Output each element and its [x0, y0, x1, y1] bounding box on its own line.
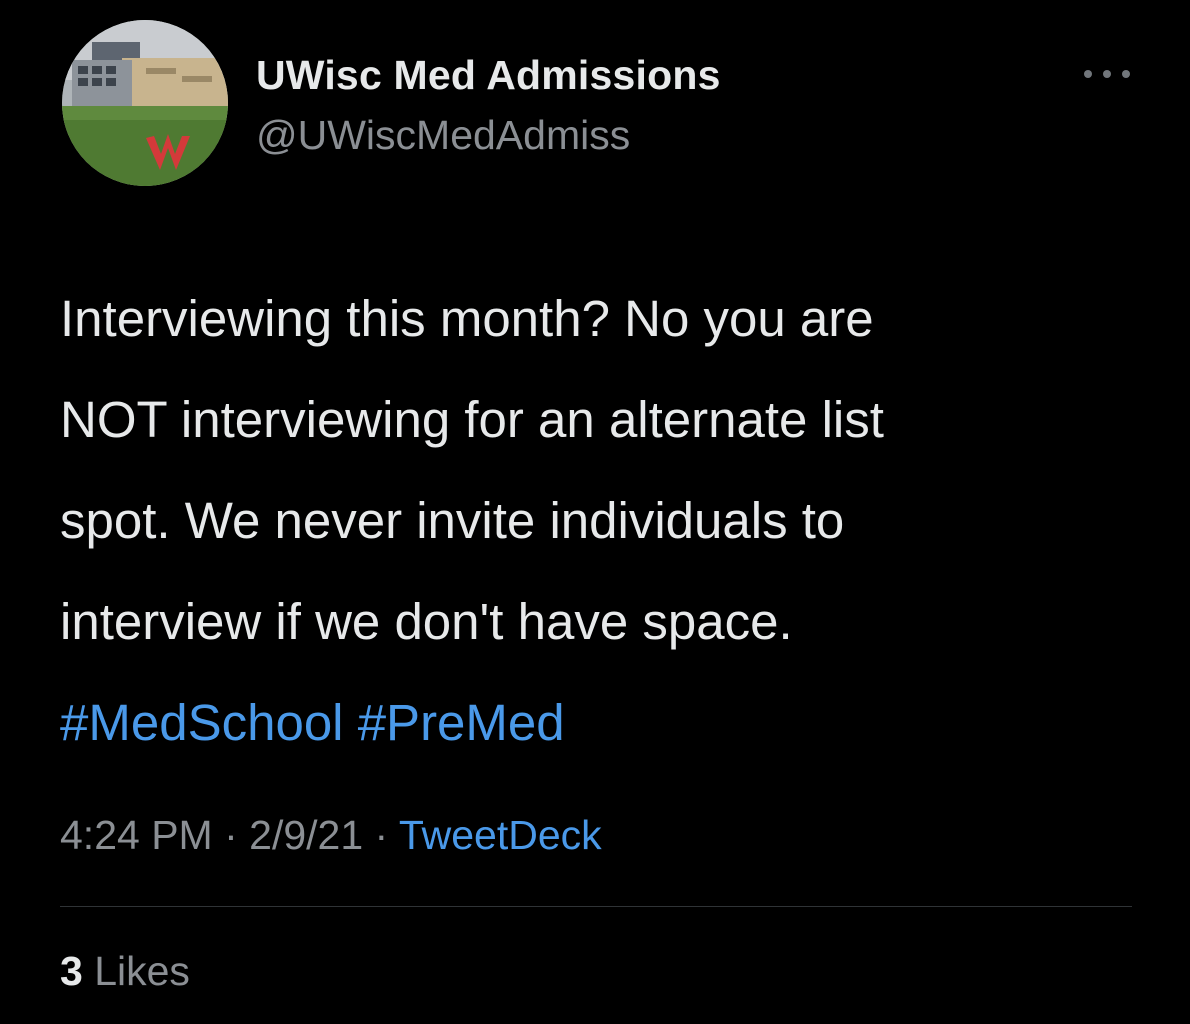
meta-separator: ·: [212, 812, 250, 858]
tweet-meta: 4:24 PM · 2/9/21 · TweetDeck: [60, 812, 602, 859]
tweet-text-line: NOT interviewing for an alternate list: [60, 391, 884, 448]
author-avatar[interactable]: [62, 20, 228, 186]
likes-count: 3: [60, 948, 83, 994]
meta-separator: ·: [363, 812, 399, 858]
divider: [60, 906, 1132, 907]
tweet-date[interactable]: 2/9/21: [249, 812, 363, 858]
tweet-text-line: spot. We never invite individuals to: [60, 492, 845, 549]
tweet-card: UWisc Med Admissions @UWiscMedAdmiss Int…: [0, 0, 1190, 1024]
more-dots-icon: [1122, 70, 1130, 78]
tweet-time[interactable]: 4:24 PM: [60, 812, 213, 858]
tweet-text-line: interview if we don't have space.: [60, 593, 793, 650]
more-dots-icon: [1103, 70, 1111, 78]
tweet-source-link[interactable]: TweetDeck: [399, 812, 602, 858]
tweet-text-line: Interviewing this month? No you are: [60, 290, 874, 347]
author-handle[interactable]: @UWiscMedAdmiss: [256, 112, 630, 159]
hashtag-premed[interactable]: #PreMed: [358, 694, 565, 751]
more-dots-icon: [1084, 70, 1092, 78]
likes-label: Likes: [94, 948, 190, 994]
likes-link[interactable]: 3 Likes: [60, 948, 190, 995]
hashtag-line: #MedSchool #PreMed: [60, 672, 1140, 773]
building-photo-avatar-icon: [62, 20, 228, 186]
more-options-button[interactable]: [1084, 60, 1130, 88]
tweet-text: Interviewing this month? No you are NOT …: [60, 268, 1140, 773]
author-display-name[interactable]: UWisc Med Admissions: [256, 52, 721, 99]
hashtag-medschool[interactable]: #MedSchool: [60, 694, 344, 751]
